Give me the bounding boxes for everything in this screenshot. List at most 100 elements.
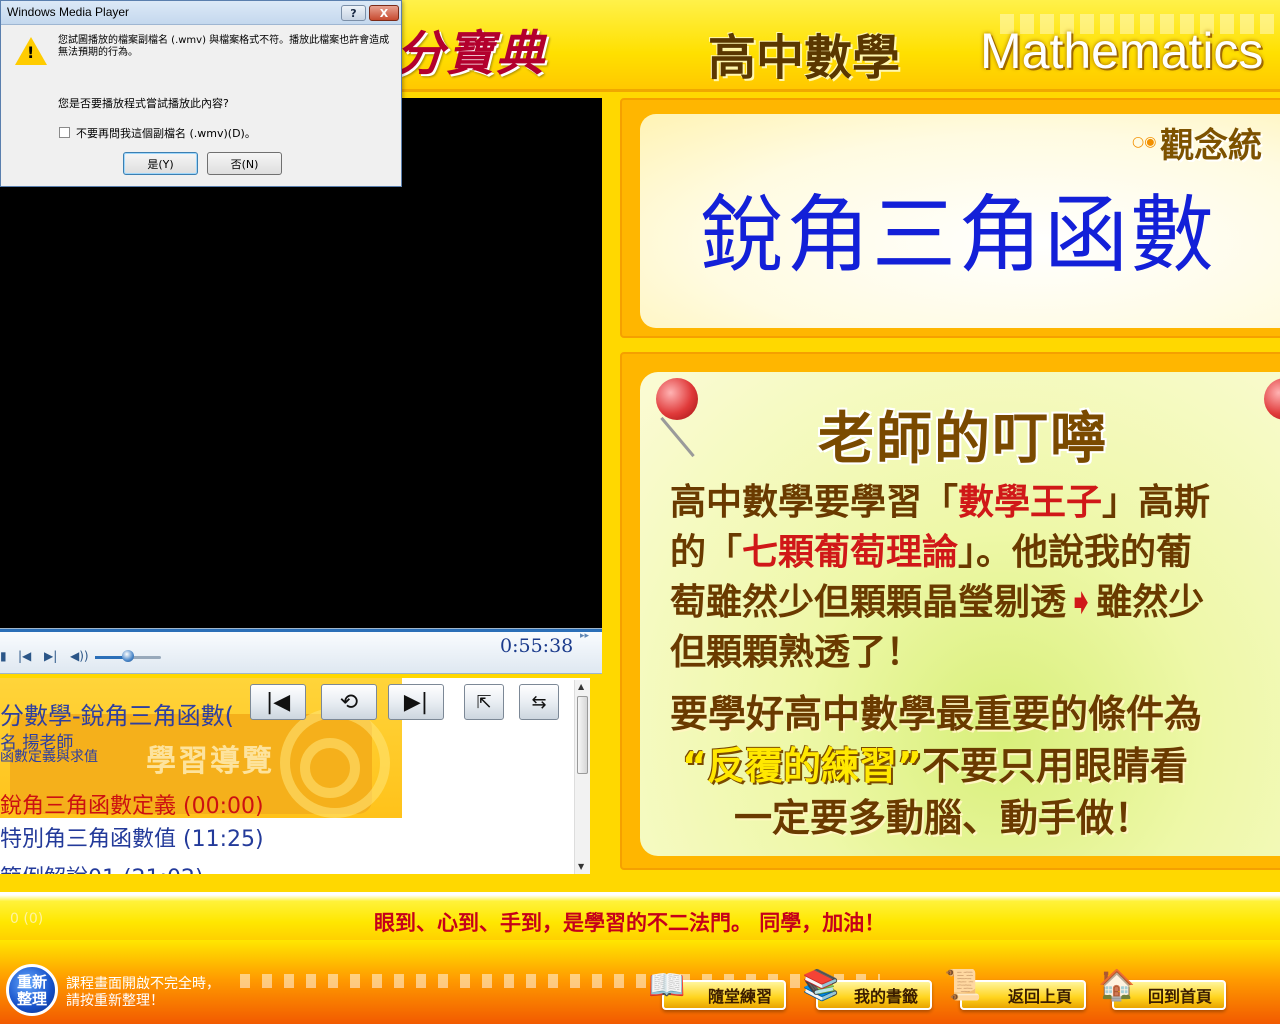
scroll-down-icon[interactable]: ▼ [578,862,584,871]
swap-icon: ⇆ [531,691,547,713]
no-label: 否(N) [230,157,259,171]
next-icon[interactable]: ▶| [44,649,57,663]
repeat-icon: ⟲ [339,689,359,715]
close-button[interactable]: X [369,5,399,21]
dialog-message: 您試圖播放的檔案副檔名 (.wmv) 與檔案格式不符。播放此檔案也許會造成無法預… [58,35,390,58]
counter: 0 (0) [10,911,44,927]
tips-text-segment: 」。他說我的葡 [958,532,1193,573]
scroll-up-icon[interactable]: ▲ [578,682,584,691]
home-label: 回到首頁 [1147,987,1212,1006]
elapsed-time: 0:55:38 [500,635,574,657]
tips-panel: 老師的叮嚀 高中數學要學習「數學王子」高斯 的「七顆葡萄理論」。他說我的葡 萄雖… [620,352,1280,870]
playlist-item[interactable]: 範例解說01 (21:02) [0,860,204,874]
refresh-note: 課程畫面開啟不完全時， 請按重新整理！ [66,976,220,1010]
previous-icon[interactable]: |◀ [18,649,31,663]
concept-card: ○◉ 觀念統 銳角三角函數 [640,114,1280,328]
tips-line: 的「七顆葡萄理論」。他說我的葡 [670,528,1280,578]
refresh-button[interactable]: 重新 整理 [6,964,58,1016]
wmp-dialog: Windows Media Player ? X ! 您試圖播放的檔案副檔名 (… [0,0,402,187]
motto-bar: 0 (0) 眼到、心到、手到，是學習的不二法門。 同學，加油！ [0,892,1280,940]
chapter-time: (21:02) [123,866,204,874]
dialog-question: 您是否要播放程式嘗試播放此內容? [58,97,229,110]
scroll-thumb[interactable] [577,696,588,774]
tips-line: 但顆顆熟透了！ [670,632,923,673]
volume-knob[interactable] [122,650,134,662]
notebook-icon: 📖 [648,968,686,1003]
advice-text-segment: 不要只用眼睛看 [921,744,1188,788]
tips-text-segment: 高中數學要學習「 [670,482,959,523]
footer: 重新 整理 課程畫面開啟不完全時， 請按重新整理！ 隨堂練習 📖 我的書籤 📚 … [0,940,1280,1024]
house-icon: 🏠 [1098,968,1136,1003]
tips-highlight: 數學王子 [958,482,1103,523]
course-title: 分數學-銳角三角函數( [0,702,235,730]
yes-button[interactable]: 是(Y) [123,152,198,175]
advice-line: 要學好高中數學最重要的條件為 [670,692,1203,736]
pushpin-icon [1264,378,1280,420]
practice-label: 隨堂練習 [707,987,772,1006]
tips-line: 萄雖然少但顆顆晶瑩剔透➧雖然少 [670,578,1280,628]
previous-chapter-button[interactable]: |◀ [250,684,306,720]
subject-title: 高中數學 [708,30,901,86]
concept-tag: 觀念統 [1160,126,1262,166]
dont-ask-label[interactable]: 不要再問我這個副檔名 (.wmv)(D)。 [76,125,256,141]
advice-line: “反覆的練習”不要只用眼睛看 [670,740,1280,792]
chapter-label: 銳角三角函數定義 [0,794,177,819]
tips-text-segment: 萄雖然少但顆顆晶瑩剔透 [670,582,1067,623]
arrow-icon: ➧ [1066,582,1097,623]
playlist-item[interactable]: 銳角三角函數定義 (00:00) [0,788,264,820]
swap-button[interactable]: ⇆ [519,684,559,720]
scroll-icon: 📜 [944,968,982,1003]
motto-text: 眼到、心到、手到，是學習的不二法門。 同學，加油！ [374,911,886,935]
tips-card: 老師的叮嚀 高中數學要學習「數學王子」高斯 的「七顆葡萄理論」。他說我的葡 萄雖… [640,372,1280,856]
help-icon: ? [350,6,357,20]
tips-text: 高中數學要學習「數學王子」高斯 的「七顆葡萄理論」。他說我的葡 萄雖然少但顆顆晶… [670,478,1280,678]
fast-forward-icon[interactable]: ▸▸ [580,631,589,641]
chapter-label: 範例解說01 [0,866,116,874]
no-button[interactable]: 否(N) [207,152,282,175]
refresh-label: 整理 [16,990,47,1008]
speaker-icon[interactable]: ◀)) [70,649,89,663]
refresh-note-line: 請按重新整理！ [66,993,164,1009]
repeat-button[interactable]: ⟲ [321,684,377,720]
tips-advice: 要學好高中數學最重要的條件為 “反覆的練習”不要只用眼睛看 一定要多動腦、動手做… [670,688,1280,844]
seek-progress[interactable] [0,629,602,632]
skip-forward-icon: ▶| [403,689,429,715]
books-icon: 📚 [802,968,840,1003]
refresh-note-line: 課程畫面開啟不完全時， [66,976,220,992]
back-label: 返回上頁 [1007,987,1072,1006]
pin-stick [660,416,695,458]
bookmark-label: 我的書籤 [853,987,918,1006]
next-chapter-button[interactable]: ▶| [388,684,444,720]
banner-circle [300,738,360,798]
tips-line: 高中數學要學習「數學王子」高斯 [670,478,1280,528]
playlist-scrollbar[interactable]: ▲ ▼ [574,680,590,874]
warning-mark-icon: ! [27,43,35,62]
concept-panel: ○◉ 觀念統 銳角三角函數 [620,98,1280,338]
player-controls: ▮ |◀ ▶| ◀)) 0:55:38 ▸▸ [0,628,602,674]
dialog-titlebar[interactable]: Windows Media Player ? X [1,1,401,25]
dialog-title: Windows Media Player [7,5,130,19]
chapter-time: (11:25) [183,827,264,852]
tips-highlight: 七顆葡萄理論 [742,532,959,573]
lesson-title: 銳角三角函數 [700,186,1217,284]
dots-icon: ○◉ [1132,134,1157,150]
resize-button[interactable]: ⇱ [464,684,504,720]
chapter-time: (00:00) [183,794,264,819]
tips-text-segment: 雖然少 [1096,582,1205,623]
chapter-label: 特別角三角函數值 [0,827,177,852]
stop-icon[interactable]: ▮ [0,649,7,663]
resize-icon: ⇱ [476,691,492,713]
yes-label: 是(Y) [147,157,174,171]
tips-text-segment: 」高斯 [1102,482,1211,523]
learning-guide-label: 學習導覽 [146,744,274,779]
subject-title-en: Mathematics [980,23,1264,79]
close-icon: X [379,6,389,20]
advice-line: 一定要多動腦、動手做！ [734,796,1153,840]
dont-ask-checkbox[interactable] [59,127,70,138]
playlist-item[interactable]: 特別角三角函數值 (11:25) [0,821,264,853]
help-button[interactable]: ? [341,5,366,21]
course-topic: 函數定義與求值 [0,749,98,765]
tips-title: 老師的叮嚀 [818,407,1108,472]
pushpin-icon [656,378,698,420]
refresh-label: 重新 [16,973,47,991]
